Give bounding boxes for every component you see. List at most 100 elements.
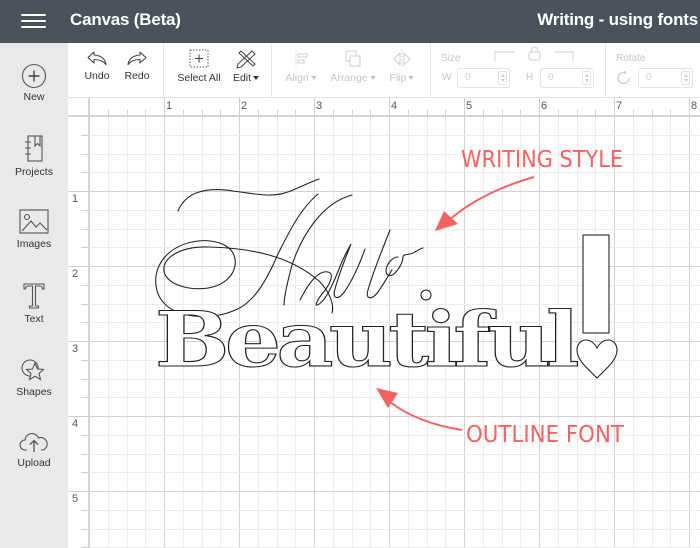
heart-shape[interactable] xyxy=(576,339,618,379)
ruler-label: 3 xyxy=(316,100,323,112)
shapes-icon xyxy=(21,359,45,381)
divider xyxy=(430,43,431,97)
flip-text: Flip xyxy=(389,72,407,84)
align-icon xyxy=(295,51,308,67)
rotate-value: 0 xyxy=(646,72,652,83)
ruler-label: 1 xyxy=(72,193,79,205)
text-t-icon xyxy=(23,283,45,309)
divider xyxy=(271,43,272,97)
select-all-label: Select All xyxy=(177,72,221,84)
height-stepper[interactable] xyxy=(582,71,591,85)
caret-down-icon xyxy=(310,76,317,81)
redo-button[interactable]: Redo xyxy=(122,49,152,82)
annotation-label: WRITING STYLE xyxy=(461,147,623,173)
sidebar-label: Text xyxy=(24,313,44,325)
size-label: Size xyxy=(441,53,461,64)
width-stepper[interactable] xyxy=(498,71,507,85)
arrange-text: Arrange xyxy=(330,72,368,84)
sidebar: New Projects Images Text Shapes Upload xyxy=(0,43,68,548)
undo-label: Undo xyxy=(84,70,110,82)
ruler-corner xyxy=(68,98,89,116)
ruler-label: 1 xyxy=(166,100,173,112)
undo-icon xyxy=(87,51,107,66)
ruler-ticks xyxy=(68,116,89,548)
rotate-label: Rotate xyxy=(616,53,646,64)
height-input[interactable]: 0 xyxy=(540,68,594,88)
exclamation-bar[interactable] xyxy=(582,234,610,334)
width-value: 0 xyxy=(465,72,471,83)
arrow-head-icon xyxy=(435,211,458,231)
caret-down-icon xyxy=(253,76,260,81)
plus-circle-icon xyxy=(21,63,47,89)
sidebar-item-upload[interactable]: Upload xyxy=(0,429,68,495)
image-icon xyxy=(19,209,49,234)
height-label: H xyxy=(526,72,534,83)
width-input[interactable]: 0 xyxy=(457,68,510,88)
arrange-dropdown[interactable]: Arrange xyxy=(328,49,378,84)
divider xyxy=(605,43,606,97)
notebook-icon xyxy=(25,135,43,162)
toolbar: Undo Redo Select All Edit Align Arrange … xyxy=(68,43,700,98)
select-all-button[interactable]: Select All xyxy=(172,49,226,84)
horizontal-ruler: 1 2 3 4 5 6 7 8 xyxy=(68,98,700,116)
annotation-outline-font: OUTLINE FONT xyxy=(376,388,625,448)
arrow-icon xyxy=(389,401,463,431)
sidebar-label: New xyxy=(23,91,45,103)
ruler-ticks xyxy=(89,98,690,116)
ruler-label: 6 xyxy=(541,100,548,112)
align-text: Align xyxy=(285,72,309,84)
arrange-label: Arrange xyxy=(328,72,378,84)
align-label: Align xyxy=(281,72,321,84)
ruler-label: 4 xyxy=(391,100,398,112)
svg-text:Beautiful: Beautiful xyxy=(155,295,577,384)
sidebar-label: Upload xyxy=(17,457,51,469)
ruler-label: 5 xyxy=(466,100,473,112)
lock-ratio-icon[interactable] xyxy=(493,47,577,61)
ruler-label: 4 xyxy=(72,418,79,430)
flip-icon xyxy=(393,50,411,68)
edit-text: Edit xyxy=(232,72,252,84)
ruler-label: 7 xyxy=(616,100,623,112)
redo-icon xyxy=(127,51,147,66)
rotate-icon xyxy=(617,70,630,85)
caret-down-icon xyxy=(369,76,376,81)
ruler-label: 2 xyxy=(241,100,248,112)
sidebar-label: Shapes xyxy=(16,386,52,398)
edit-dropdown[interactable]: Edit xyxy=(230,49,262,84)
align-dropdown[interactable]: Align xyxy=(281,49,321,84)
annotation-writing-style: WRITING STYLE xyxy=(435,147,623,231)
sidebar-item-images[interactable]: Images xyxy=(0,208,68,274)
rotate-input[interactable]: 0 xyxy=(638,68,693,88)
design-canvas[interactable]: Hello Beautiful Beautiful WRITING STYLE … xyxy=(89,116,700,548)
caret-down-icon xyxy=(408,76,415,81)
width-label: W xyxy=(442,72,452,83)
sidebar-item-shapes[interactable]: Shapes xyxy=(0,354,68,420)
divider xyxy=(163,43,164,97)
cloud-upload-icon xyxy=(19,433,48,452)
sidebar-label: Images xyxy=(16,238,52,250)
pencil-ruler-icon xyxy=(236,50,256,69)
sidebar-item-projects[interactable]: Projects xyxy=(0,134,68,200)
flip-label: Flip xyxy=(386,72,418,84)
beautiful-outline-text[interactable]: Beautiful Beautiful xyxy=(154,294,582,384)
undo-button[interactable]: Undo xyxy=(82,49,112,82)
ruler-label: 8 xyxy=(691,100,698,112)
app-title: Canvas (Beta) xyxy=(70,10,181,29)
select-all-icon xyxy=(189,49,209,68)
flip-dropdown[interactable]: Flip xyxy=(386,49,418,84)
ruler-label: 5 xyxy=(72,493,79,505)
ruler-label: 3 xyxy=(72,343,79,355)
document-title: Writing - using fonts xyxy=(537,10,698,29)
arrow-icon xyxy=(446,176,535,223)
edit-label: Edit xyxy=(230,72,262,84)
arrange-icon xyxy=(345,50,361,67)
hamburger-icon[interactable] xyxy=(21,12,46,30)
sidebar-item-new[interactable]: New xyxy=(0,63,68,129)
sidebar-item-text[interactable]: Text xyxy=(0,281,68,347)
ruler-label: 2 xyxy=(72,268,79,280)
redo-label: Redo xyxy=(124,70,150,82)
rotate-stepper[interactable] xyxy=(681,71,690,85)
height-value: 0 xyxy=(548,72,554,83)
vertical-ruler: 1 2 3 4 5 xyxy=(68,116,89,548)
annotation-label: OUTLINE FONT xyxy=(466,422,625,448)
